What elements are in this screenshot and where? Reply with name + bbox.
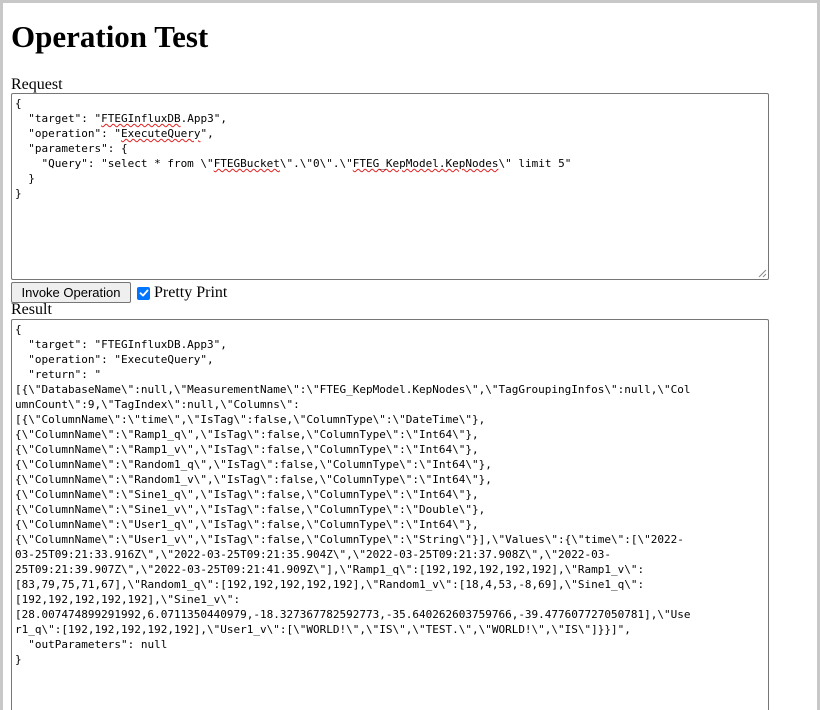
pretty-print-label: Pretty Print [154, 284, 228, 301]
request-textarea[interactable]: { "target": "FTEGInfluxDB.App3", "operat… [11, 93, 769, 280]
result-line: [192,192,192,192,192],\"Sine1_v\": [15, 593, 241, 606]
result-line: [{\"DatabaseName\":null,\"MeasurementNam… [15, 383, 691, 396]
request-line: "Query": "select * from \"FTEGBucket\".\… [15, 157, 572, 170]
result-line: {\"ColumnName\":\"User1_q\",\"IsTag\":fa… [15, 518, 479, 531]
request-line: { [15, 97, 22, 110]
result-textarea[interactable]: { "target": "FTEGInfluxDB.App3", "operat… [11, 319, 769, 710]
result-line: {\"ColumnName\":\"Ramp1_q\",\"IsTag\":fa… [15, 428, 479, 441]
result-line: } [15, 653, 22, 666]
result-line: [28.007474899291992,6.0711350440979,-18.… [15, 608, 691, 621]
request-line: } [15, 187, 22, 200]
result-line: "outParameters": null [15, 638, 168, 651]
result-line: [{\"ColumnName\":\"time\",\"IsTag\":fals… [15, 413, 486, 426]
checkmark-icon [139, 289, 149, 297]
result-line: {\"ColumnName\":\"User1_v\",\"IsTag\":fa… [15, 533, 684, 546]
pretty-print-control[interactable]: Pretty Print [137, 284, 227, 302]
result-line: 03-25T09:21:33.916Z\",\"2022-03-25T09:21… [15, 548, 612, 561]
result-label: Result [11, 301, 52, 318]
result-line: "return": " [15, 368, 102, 381]
request-line: } [15, 172, 35, 185]
result-line: {\"ColumnName\":\"Ramp1_v\",\"IsTag\":fa… [15, 443, 479, 456]
result-line: {\"ColumnName\":\"Sine1_v\",\"IsTag\":fa… [15, 503, 486, 516]
page-title: Operation Test [11, 19, 209, 54]
result-line: r1_q\":[192,192,192,192,192],\"User1_v\"… [15, 623, 631, 636]
result-line: [83,79,75,71,67],\"Random1_q\":[192,192,… [15, 578, 645, 591]
result-line: "target": "FTEGInfluxDB.App3", [15, 338, 227, 351]
resize-grip-icon[interactable] [757, 268, 767, 278]
request-line: "target": "FTEGInfluxDB.App3", [15, 112, 227, 125]
result-line: {\"ColumnName\":\"Random1_q\",\"IsTag\":… [15, 458, 492, 471]
pretty-print-checkbox[interactable] [137, 286, 150, 300]
result-line: {\"ColumnName\":\"Sine1_q\",\"IsTag\":fa… [15, 488, 479, 501]
invoke-operation-button[interactable]: Invoke Operation [11, 282, 131, 303]
result-line: 25T09:21:39.907Z\",\"2022-03-25T09:21:41… [15, 563, 645, 576]
result-line: { [15, 323, 22, 336]
request-line: "operation": "ExecuteQuery", [15, 127, 214, 140]
request-line: "parameters": { [15, 142, 128, 155]
result-line: "operation": "ExecuteQuery", [15, 353, 214, 366]
result-line: {\"ColumnName\":\"Random1_v\",\"IsTag\":… [15, 473, 492, 486]
browser-viewport: Operation Test Request { "target": "FTEG… [0, 0, 820, 710]
request-label: Request [11, 76, 63, 93]
result-line: umnCount\":9,\"TagIndex\":null,\"Columns… [15, 398, 300, 411]
